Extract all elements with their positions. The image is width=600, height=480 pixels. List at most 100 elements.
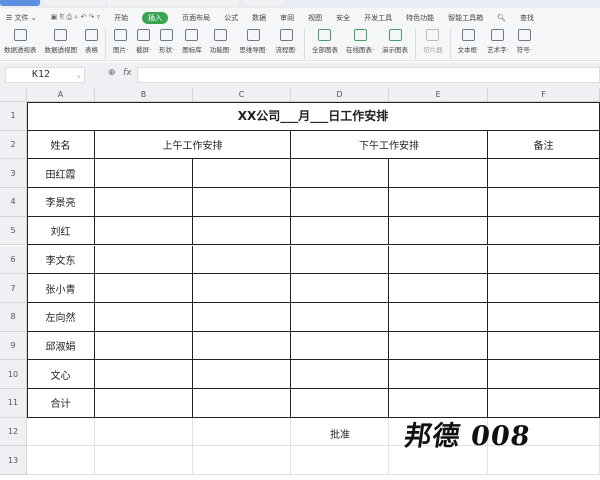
ribbon-all-charts-button[interactable]: 全部图表 <box>312 29 338 54</box>
cell[interactable] <box>95 302 193 332</box>
fx-icon[interactable]: fx <box>123 68 132 78</box>
ribbon-slicer-button[interactable]: 切片器 <box>423 29 443 54</box>
menu-developer[interactable]: 开发工具 <box>364 13 392 23</box>
ribbon-symbol-button[interactable]: 符号· <box>517 29 532 54</box>
cell[interactable] <box>95 360 193 389</box>
menu-review[interactable]: 审阅 <box>280 13 294 23</box>
ribbon-presentation-chart-button[interactable]: 演示图表 <box>382 29 408 54</box>
cell[interactable] <box>95 216 193 246</box>
ribbon-flowchart-button[interactable]: 流程图· <box>275 29 297 54</box>
cell[interactable] <box>488 188 600 217</box>
cell[interactable] <box>27 417 95 447</box>
menu-features[interactable]: 特色功能 <box>406 13 434 23</box>
row-header-3[interactable]: 3 <box>0 159 27 189</box>
ribbon-picture-button[interactable]: 图片· <box>113 29 128 54</box>
row-header-2[interactable]: 2 <box>0 130 27 160</box>
column-header-B[interactable]: B <box>95 88 193 102</box>
cell[interactable] <box>95 159 193 189</box>
menu-smart-tools[interactable]: 智能工具箱 <box>448 13 483 23</box>
cell[interactable] <box>193 417 291 447</box>
cell[interactable] <box>291 245 389 275</box>
cell[interactable] <box>389 274 488 303</box>
quick-access-icons[interactable]: ▣ ⅊ ⎙ ⌕ ↶ ↷ ▿ <box>51 13 101 22</box>
sheet-title[interactable]: XX公司___月___日工作安排 <box>27 102 600 131</box>
cell[interactable] <box>291 216 389 246</box>
cell[interactable] <box>193 446 291 476</box>
menu-view[interactable]: 视图 <box>308 13 322 23</box>
name-cell[interactable]: 田红霞 <box>27 159 95 189</box>
cell[interactable] <box>389 331 488 361</box>
name-cell[interactable]: 刘红 <box>27 216 95 246</box>
cell[interactable] <box>488 360 600 389</box>
row-header-5[interactable]: 5 <box>0 216 27 246</box>
row-header-7[interactable]: 7 <box>0 274 27 303</box>
header-morning[interactable]: 上午工作安排 <box>95 130 291 160</box>
ribbon-pivot-table-button[interactable]: 数据透视表 <box>4 29 37 54</box>
cell[interactable] <box>95 417 193 447</box>
cell[interactable] <box>488 216 600 246</box>
cell[interactable] <box>291 302 389 332</box>
cell[interactable] <box>488 274 600 303</box>
formula-input[interactable] <box>137 67 600 83</box>
cell[interactable] <box>95 446 193 476</box>
chevron-down-icon[interactable]: ⌄ <box>77 68 81 82</box>
cell[interactable] <box>95 331 193 361</box>
cell[interactable] <box>291 159 389 189</box>
row-header-10[interactable]: 10 <box>0 360 27 389</box>
menu-data[interactable]: 数据 <box>252 13 266 23</box>
name-cell[interactable]: 合计 <box>27 389 95 418</box>
cell[interactable] <box>193 302 291 332</box>
cell[interactable] <box>193 245 291 275</box>
cell[interactable] <box>291 274 389 303</box>
ribbon-mind-map-button[interactable]: 思维导图· <box>239 29 267 54</box>
cell[interactable] <box>488 245 600 275</box>
cell[interactable] <box>193 274 291 303</box>
column-header-E[interactable]: E <box>389 88 488 102</box>
menu-security[interactable]: 安全 <box>336 13 350 23</box>
menu-file[interactable]: ☰ 文件 ⌄ <box>6 13 37 23</box>
row-header-12[interactable]: 12 <box>0 417 27 447</box>
cell[interactable] <box>389 360 488 389</box>
ribbon-pivot-chart-button[interactable]: 数据透视图 <box>45 29 77 54</box>
cell[interactable] <box>291 360 389 389</box>
cell[interactable] <box>291 331 389 361</box>
cell[interactable] <box>291 188 389 217</box>
cell[interactable] <box>193 159 291 189</box>
ribbon-online-chart-button[interactable]: 在线图表· <box>346 29 374 54</box>
ribbon-word-art-button[interactable]: 艺术字· <box>487 29 509 54</box>
ribbon-function-chart-button[interactable]: 功能图· <box>210 29 231 54</box>
header-afternoon[interactable]: 下午工作安排 <box>291 130 488 160</box>
cell[interactable] <box>193 331 291 361</box>
column-header-A[interactable]: A <box>27 88 95 102</box>
menu-search[interactable]: 🔍︎ 查找 <box>497 13 548 23</box>
cell[interactable] <box>27 446 95 476</box>
cell[interactable] <box>389 302 488 332</box>
ribbon-shape-button[interactable]: 形状· <box>159 29 174 54</box>
cell[interactable] <box>488 159 600 189</box>
cell[interactable] <box>95 389 193 418</box>
row-header-9[interactable]: 9 <box>0 331 27 361</box>
cell[interactable] <box>488 331 600 361</box>
row-header-13[interactable]: 13 <box>0 446 27 476</box>
menu-page-layout[interactable]: 页面布局 <box>182 13 210 23</box>
row-header-4[interactable]: 4 <box>0 188 27 217</box>
name-box[interactable]: K12 ⌄ <box>5 67 85 83</box>
name-cell[interactable]: 左向然 <box>27 302 95 332</box>
menu-home[interactable]: 开始 <box>114 13 128 23</box>
cell[interactable] <box>389 245 488 275</box>
cell[interactable] <box>291 389 389 418</box>
cell[interactable] <box>389 216 488 246</box>
cell[interactable] <box>193 360 291 389</box>
name-cell[interactable]: 张小青 <box>27 274 95 303</box>
row-header-1[interactable]: 1 <box>0 102 27 131</box>
cell[interactable] <box>95 245 193 275</box>
row-header-8[interactable]: 8 <box>0 302 27 332</box>
column-header-D[interactable]: D <box>291 88 389 102</box>
ribbon-icon-library-button[interactable]: 图标库 <box>182 29 202 54</box>
name-cell[interactable]: 文心 <box>27 360 95 389</box>
cell[interactable] <box>95 188 193 217</box>
name-cell[interactable]: 李文东 <box>27 245 95 275</box>
select-all-corner[interactable] <box>0 88 27 102</box>
cell[interactable] <box>291 446 389 476</box>
row-header-11[interactable]: 11 <box>0 389 27 418</box>
